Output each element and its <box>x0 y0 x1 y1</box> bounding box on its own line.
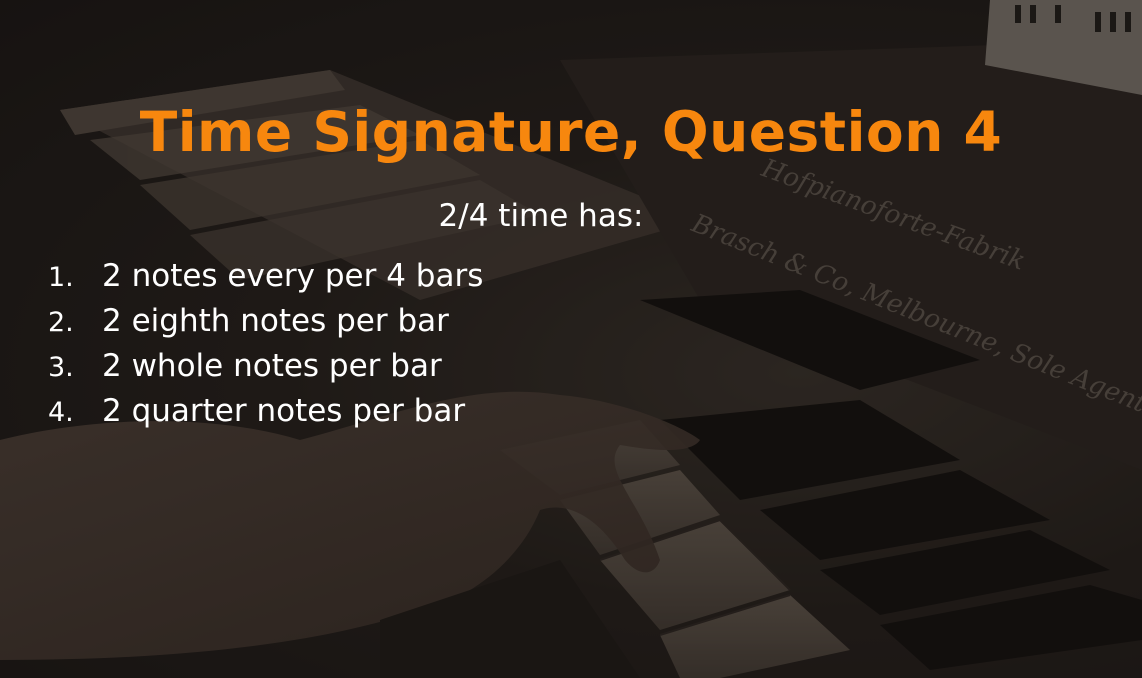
slide: Hofpianoforte-Fabrik Brasch & Co, Melbou… <box>0 0 1142 678</box>
answer-option-1[interactable]: 1. 2 notes every per 4 bars <box>40 258 483 303</box>
option-number: 4. <box>48 397 74 428</box>
option-text: 2 eighth notes per bar <box>102 303 449 339</box>
answer-options-list: 1. 2 notes every per 4 bars 2. 2 eighth … <box>40 258 483 438</box>
slide-title: Time Signature, Question 4 <box>139 100 1003 164</box>
option-number: 1. <box>48 262 74 293</box>
option-number: 2. <box>48 307 74 338</box>
option-text: 2 notes every per 4 bars <box>102 258 484 294</box>
option-number: 3. <box>48 352 74 383</box>
option-text: 2 whole notes per bar <box>102 348 442 384</box>
option-text: 2 quarter notes per bar <box>102 393 466 429</box>
answer-option-2[interactable]: 2. 2 eighth notes per bar <box>40 303 483 348</box>
answer-option-4[interactable]: 4. 2 quarter notes per bar <box>40 393 483 438</box>
question-prompt: 2/4 time has: <box>438 198 644 234</box>
answer-option-3[interactable]: 3. 2 whole notes per bar <box>40 348 483 393</box>
